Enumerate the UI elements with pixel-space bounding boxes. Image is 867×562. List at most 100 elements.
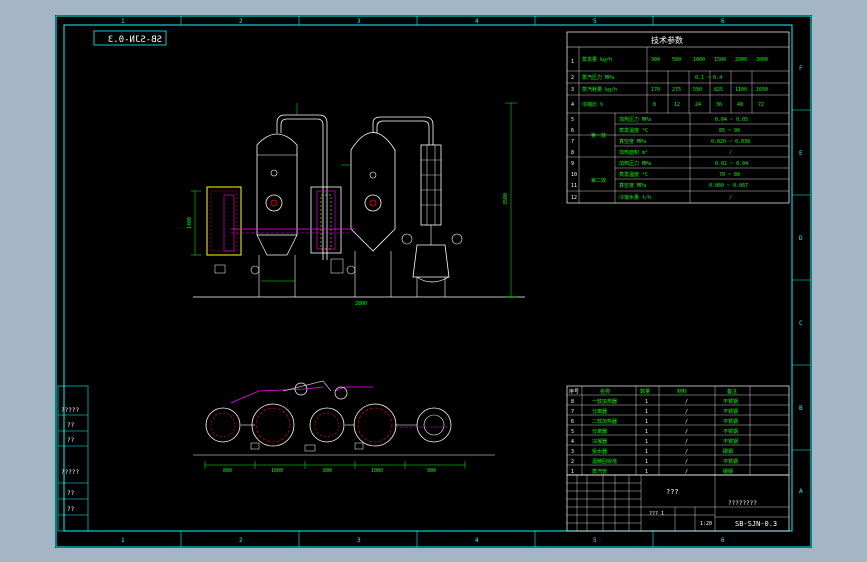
parts-row: 2 酒精回收塔 1 / 不锈钢 [571,458,738,465]
tp-row4-val-3: 24 [695,102,701,108]
zone-side-b: B [799,405,803,412]
parts-row-remark: 碳钢 [723,448,733,455]
parts-row-material: / [685,449,688,455]
title-block: ??? ???????? ??? 1 1:20 SB-SJN-0.3 [566,474,790,532]
zone-bottom-3: 3 [357,537,361,544]
tp-eff-no-7: 7 [571,139,574,145]
tp-eff-val-10: 70 ~ 80 [719,172,740,178]
parts-row-qty: 1 [645,409,648,415]
tp-eff-no-11: 11 [571,183,577,189]
receiver-tank [412,244,450,278]
left-margin-table: ????? ?? ?? ????? ?? ?? [57,385,89,532]
zone-top-3: 3 [357,18,361,25]
tp-eff-name-9: 加热压力 MPa [619,160,651,167]
cad-drawing: 1 2 3 4 5 6 1 2 3 4 5 6 F E D C B A SB-S… [55,15,812,548]
zone-side-a: A [799,488,803,495]
zone-top-1: 1 [121,18,125,25]
parts-row-remark: 不锈钢 [723,428,738,435]
parts-row-no: 2 [571,459,574,465]
tp-eff-val-11: 0.060 ~ 0.067 [709,183,748,189]
tp-eff-no-6: 6 [571,128,574,134]
parts-row-remark: 不锈钢 [723,438,738,445]
parts-row-no: 1 [571,469,574,475]
tp-eff-val-7: 0.020 ~ 0.030 [711,139,750,145]
parts-row-qty: 1 [645,469,648,475]
tp-eff-name-6: 蒸发温度 °C [619,127,648,134]
tp-row-name-4: 浓缩比 % [582,101,603,108]
tp-row-no-1: 1 [571,59,574,65]
parts-row-qty: 1 [645,419,648,425]
tp-eff-no-5: 5 [571,117,574,123]
tp-row1-val-5: 2000 [735,57,747,63]
tp-row-no-2: 2 [571,75,574,81]
parts-row-name: 一效加热器 [592,398,617,405]
tp-eff-name-12: 冷凝水量 t/h [619,194,651,201]
tp-row1-val-1: 300 [651,57,660,63]
title-placeholder: ??? [666,488,679,496]
parts-row-qty: 1 [645,449,648,455]
tp-eff-no-9: 9 [571,161,574,167]
tp-eff-name-10: 蒸发温度 °C [619,171,648,178]
zone-top-5: 5 [593,18,597,25]
separator-2 [350,132,396,252]
margin-label-1: ????? [61,407,79,414]
heater-2 [310,186,342,254]
plan-condenser [416,407,452,443]
tp-row1-val-2: 500 [672,57,681,63]
tech-params-table: 技术参数 1 蒸发量 kg/h 300 500 1000 1500 2000 3… [566,31,790,204]
plan-view: 800 1000 800 1000 900 [193,380,495,474]
tp-row1-val-3: 1000 [693,57,705,63]
plan-dim-4: 1000 [371,468,383,474]
tp-eff-name-8: 加热面积 m² [619,149,648,156]
tp-row2-val: 0.1 ~ 0.4 [695,75,722,81]
parts-row-no: 7 [571,409,574,415]
zone-side-e: E [799,150,803,157]
parts-row-name: 分离器 [592,408,607,415]
parts-row-name: 蒸汽管 [592,468,607,475]
tp-row-no-3: 3 [571,87,574,93]
zone-top-4: 4 [475,18,479,25]
parts-row-qty: 1 [645,459,648,465]
parts-row-no: 5 [571,429,574,435]
parts-row: 4 冷凝器 1 / 不锈钢 [571,438,738,445]
zone-bottom-2: 2 [239,537,243,544]
tp-row1-val-4: 1500 [714,57,726,63]
margin-label-2: ?? [67,422,75,429]
drawing-sheet: 1 2 3 4 5 6 1 2 3 4 5 6 F E D C B A SB-S… [55,15,812,548]
margin-label-6: ?? [67,506,75,513]
separator-1 [256,133,298,236]
tp-row-no-4: 4 [571,102,574,108]
parts-row-material: / [685,439,688,445]
tp-eff-val-12: / [729,195,732,201]
tp-eff-no-12: 12 [571,195,577,201]
tp-row3-val-2: 275 [672,87,681,93]
parts-row-name: 二效加热器 [592,418,617,425]
parts-row: 3 受水器 1 / 碳钢 [571,448,733,455]
tp-eff-val-9: 0.02 ~ 0.04 [715,161,748,167]
elevation-view: 1400 3500 2800 [187,102,525,307]
company-placeholder: ???????? [728,500,757,507]
scale-value: 1:20 [700,521,712,527]
plan-dim-3: 800 [323,468,332,474]
parts-row-material: / [685,409,688,415]
tp-row-name-2: 蒸汽压力 MPa [582,74,614,81]
tp-row4-val-5: 48 [737,102,743,108]
parts-row-qty: 1 [645,439,648,445]
tp-eff-val-5: 0.04 ~ 0.05 [715,117,748,123]
tp-row3-val-4: 825 [714,87,723,93]
tp-row-name-1: 蒸发量 kg/h [582,56,612,63]
parts-row-material: / [685,429,688,435]
tp-row-name-3: 蒸汽耗量 kg/h [582,86,617,93]
tp-row3-val-1: 170 [651,87,660,93]
parts-row-material: / [685,399,688,405]
margin-label-5: ?? [67,490,75,497]
parts-row: 6 二效加热器 1 / 不锈钢 [571,418,738,425]
tp-eff-val-6: 85 ~ 90 [719,128,740,134]
parts-row-no: 4 [571,439,574,445]
tp-row4-val-1: 8 [653,102,656,108]
margin-label-3: ?? [67,437,75,444]
parts-row-name: 酒精回收塔 [592,458,617,465]
parts-row: 8 一效加热器 1 / 不锈钢 [571,398,738,405]
condenser-column [420,144,442,226]
tp-eff-no-10: 10 [571,172,577,178]
